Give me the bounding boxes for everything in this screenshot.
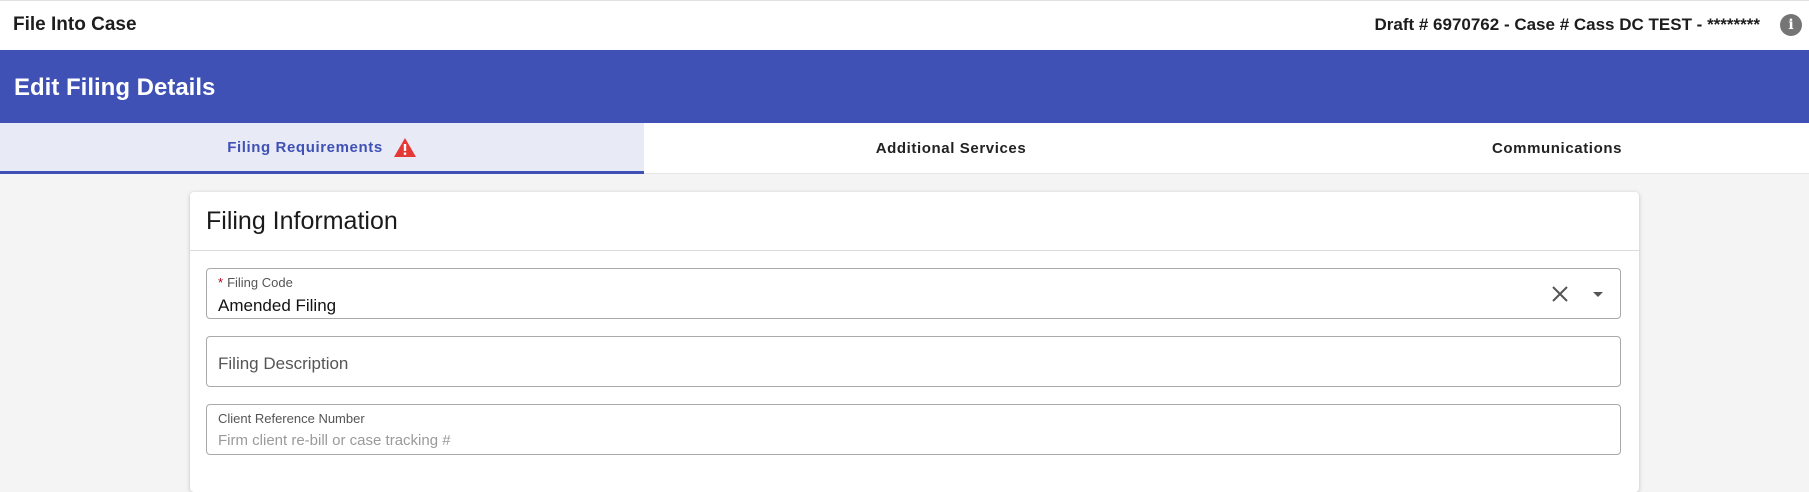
info-icon[interactable]: i xyxy=(1780,14,1802,36)
tab-bar: Filing Requirements Additional Services … xyxy=(0,123,1809,174)
page-title: Edit Filing Details xyxy=(14,74,216,101)
chevron-down-icon[interactable] xyxy=(1588,284,1608,304)
tab-label: Communications xyxy=(1491,140,1623,157)
required-marker: * xyxy=(218,275,224,290)
filing-code-value: Amended Filing xyxy=(218,296,337,315)
client-reference-label: Client Reference Number xyxy=(218,411,365,426)
tab-label: Filing Requirements xyxy=(227,138,383,156)
filing-code-label: * Filing Code xyxy=(218,275,293,290)
warning-icon xyxy=(393,137,417,158)
client-reference-placeholder: Firm client re-bill or case tracking # xyxy=(218,432,451,449)
divider xyxy=(190,250,1639,251)
card-title: Filing Information xyxy=(206,207,398,235)
app-title: File Into Case xyxy=(13,14,137,35)
filing-information-card: Filing Information * Filing Code Amended … xyxy=(190,192,1639,492)
filing-description-field[interactable]: Filing Description xyxy=(206,336,1621,387)
draft-case-info: Draft # 6970762 - Case # Cass DC TEST - … xyxy=(1374,15,1760,34)
filing-description-placeholder: Filing Description xyxy=(218,354,349,373)
tab-additional-services[interactable]: Additional Services xyxy=(644,123,1258,174)
page-header: Edit Filing Details xyxy=(0,50,1809,123)
client-reference-field[interactable]: Client Reference Number Firm client re-b… xyxy=(206,404,1621,455)
tab-communications[interactable]: Communications xyxy=(1258,123,1809,174)
top-bar: File Into Case Draft # 6970762 - Case # … xyxy=(0,0,1809,50)
clear-icon[interactable] xyxy=(1550,284,1570,304)
filing-code-select[interactable]: * Filing Code Amended Filing xyxy=(206,268,1621,319)
tab-filing-requirements[interactable]: Filing Requirements xyxy=(0,123,644,174)
tab-label: Additional Services xyxy=(875,140,1027,157)
